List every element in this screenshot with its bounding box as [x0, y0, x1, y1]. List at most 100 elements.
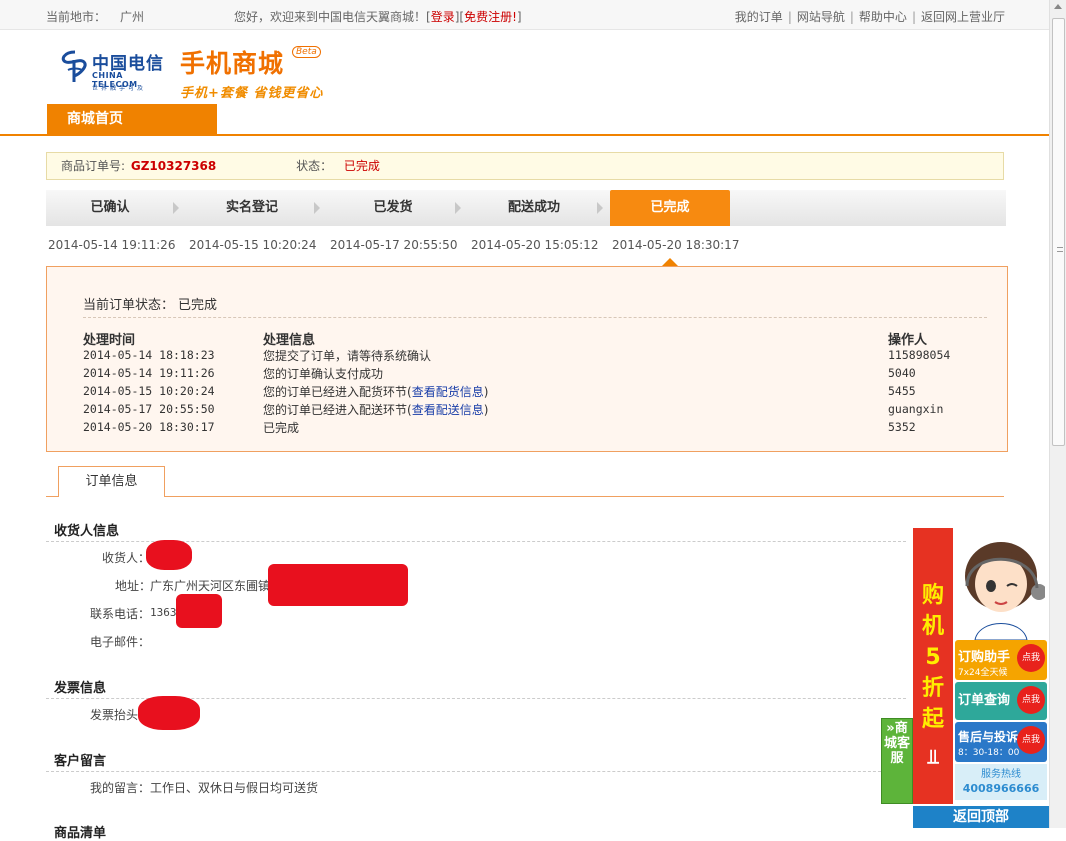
log-info: 您提交了订单，请等待系统确认 — [263, 349, 432, 363]
help-center-link[interactable]: 帮助中心 — [859, 10, 907, 24]
my-orders-link[interactable]: 我的订单 — [735, 10, 783, 24]
promo-char: 起 — [921, 707, 944, 732]
email-label: 电子邮件： — [90, 635, 151, 649]
click-me-badge: 点我 — [1017, 686, 1045, 714]
order-progress-steps: 已确认 实名登记 已发货 配送成功 已完成 — [46, 190, 1006, 226]
step-time: 2014-05-15 10:20:24 — [189, 238, 317, 252]
after-sales-button[interactable]: 售后与投诉 8：30-18：00 点我 — [955, 722, 1047, 762]
goods-section-title: 商品清单 — [54, 826, 107, 841]
back-to-hall-link[interactable]: 返回网上营业厅 — [921, 10, 1005, 24]
nav-divider — [0, 134, 1049, 136]
order-status-value: 已完成 — [343, 159, 380, 173]
log-time: 2014-05-14 18:18:23 — [83, 348, 215, 362]
register-link[interactable]: 免费注册! — [464, 10, 517, 24]
message-label: 我的留言： — [90, 781, 151, 795]
telecom-logo-icon — [61, 50, 87, 82]
login-link[interactable]: 登录 — [431, 10, 455, 24]
log-info-text: 您的订单已经进入配送环节( — [263, 403, 412, 417]
welcome-message: 您好，欢迎来到中国电信天翼商城！[ — [234, 10, 431, 24]
nav-home-tab[interactable]: 商城首页 — [47, 104, 217, 134]
step-confirmed: 已确认 — [90, 200, 130, 215]
step-real-name: 实名登记 — [225, 200, 278, 215]
phone-label: 联系电话： — [90, 607, 151, 621]
order-query-label: 订单查询 — [958, 693, 1011, 708]
order-status-box: 当前订单状态： 已完成 处理时间 处理信息 操作人 2014-05-14 18:1… — [46, 266, 1008, 452]
address-value: 广东广州天河区东圃镇 — [150, 579, 271, 593]
step-arrow-icon — [455, 202, 461, 214]
click-me-badge: 点我 — [1017, 726, 1045, 754]
order-status-label: 状态： — [296, 159, 333, 173]
scrollbar-thumb[interactable] — [1052, 18, 1065, 446]
log-operator: 5455 — [888, 384, 916, 398]
city-name[interactable]: 广州 — [120, 10, 144, 24]
order-query-button[interactable]: 订单查询 点我 — [955, 682, 1047, 720]
mall-brand: 手机商城 Beta 手机+套餐 省钱更省心 — [180, 44, 323, 101]
order-assistant-button[interactable]: 订购助手 7x24全天候 点我 — [955, 640, 1047, 680]
china-telecom-logo[interactable]: 中国电信 CHINA TELECOM 世界触手可及 — [58, 46, 168, 96]
log-time: 2014-05-15 10:20:24 — [83, 384, 215, 398]
step-time: 2014-05-17 20:55:50 — [330, 238, 458, 252]
redaction-mark — [268, 564, 408, 606]
site-nav-link[interactable]: 网站导航 — [797, 10, 845, 24]
step-arrow-icon — [173, 202, 179, 214]
log-info-tail: ) — [483, 403, 489, 417]
step-shipped: 已发货 — [373, 200, 413, 215]
promo-banner[interactable]: 购 机 5 折 起 ⫫ — [913, 528, 953, 804]
redaction-mark — [176, 594, 222, 628]
step-time: 2014-05-20 18:30:17 — [612, 238, 740, 252]
redaction-mark — [146, 540, 192, 570]
view-delivery-link[interactable]: 查看配送信息 — [412, 403, 484, 417]
log-info-tail: ) — [483, 385, 489, 399]
customer-service-tab[interactable]: »商城客服 — [881, 718, 913, 804]
log-time: 2014-05-17 20:55:50 — [83, 402, 215, 416]
telecom-logo-icon: ⫫ — [927, 744, 939, 768]
view-picking-link[interactable]: 查看配货信息 — [412, 385, 484, 399]
current-status-label: 当前订单状态： — [83, 298, 175, 313]
tab-divider — [46, 496, 1004, 497]
log-time: 2014-05-20 18:30:17 — [83, 420, 215, 434]
promo-char: 5 — [925, 645, 941, 670]
step-arrow-icon — [597, 202, 603, 214]
top-links: 我的订单 | 网站导航 | 帮助中心 | 返回网上营业厅 — [734, 10, 1005, 24]
log-info-text: 您的订单已经进入配货环节( — [263, 385, 412, 399]
current-status-value: 已完成 — [178, 298, 218, 313]
order-summary-bar: 商品订单号: GZ10327368 状态： 已完成 — [46, 152, 1004, 180]
promo-char: 购 — [921, 583, 944, 608]
hotline-number: 4008966666 — [962, 782, 1040, 795]
hotline-label: 服务热线 — [981, 769, 1021, 780]
dotted-divider — [83, 317, 987, 318]
order-number: GZ10327368 — [130, 159, 217, 173]
log-operator: 5352 — [888, 420, 916, 434]
vertical-scrollbar[interactable] — [1049, 0, 1066, 828]
step-arrow-icon — [314, 202, 320, 214]
step-completed: 已完成 — [610, 190, 730, 226]
log-time: 2014-05-14 19:11:26 — [83, 366, 215, 380]
log-info: 您的订单已经进入配送环节(查看配送信息) — [263, 401, 488, 418]
city-selector[interactable]: 当前地市： 广州 — [46, 8, 144, 25]
scroll-up-icon[interactable] — [1054, 4, 1062, 9]
promo-char: 机 — [921, 614, 944, 639]
tab-order-info[interactable]: 订单信息 — [58, 466, 165, 497]
after-sales-label: 售后与投诉 — [958, 730, 1019, 744]
invoice-section-title: 发票信息 — [54, 681, 107, 696]
mall-slogan: 手机+套餐 省钱更省心 — [180, 86, 324, 101]
city-label: 当前地市： — [46, 10, 107, 24]
logo-slogan: 世界触手可及 — [92, 85, 147, 92]
grip-icon — [1057, 247, 1063, 252]
receiver-label: 收货人： — [102, 551, 151, 565]
message-section-title: 客户留言 — [54, 754, 107, 769]
header: 中国电信 CHINA TELECOM 世界触手可及 手机商城 Beta 手机+套… — [0, 30, 1049, 136]
redaction-mark — [138, 696, 200, 730]
bracket-separator: ][ — [454, 10, 465, 24]
log-operator: 115898054 — [888, 348, 951, 362]
message-value: 工作日、双休日与假日均可送货 — [150, 781, 319, 795]
address-label: 地址： — [115, 579, 152, 593]
order-assistant-label: 订购助手 — [958, 650, 1011, 665]
back-to-top-button[interactable]: 返回顶部 — [913, 806, 1049, 828]
log-operator: guangxin — [888, 402, 944, 416]
col-info-header: 处理信息 — [263, 333, 316, 348]
step-delivered: 配送成功 — [507, 200, 560, 215]
log-info: 您的订单已经进入配货环节(查看配货信息) — [263, 383, 488, 400]
top-bar: 当前地市： 广州 您好，欢迎来到中国电信天翼商城！[登录][免费注册!] 我的订单… — [0, 0, 1049, 30]
service-widget: 订购助手 7x24全天候 点我 订单查询 点我 售后与投诉 8：30-18：00… — [953, 528, 1049, 804]
